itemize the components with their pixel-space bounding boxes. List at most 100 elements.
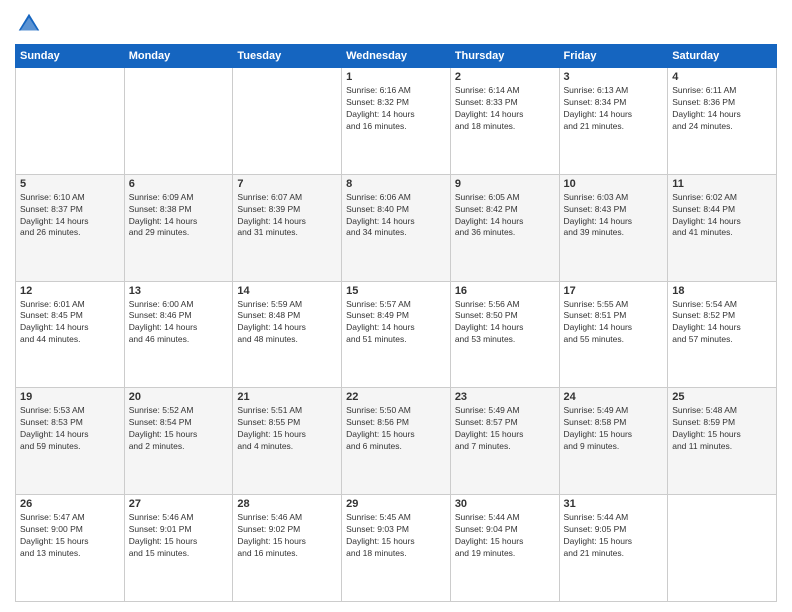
day-info: Sunrise: 6:13 AMSunset: 8:34 PMDaylight:… [564,85,664,133]
calendar-week-row: 5 Sunrise: 6:10 AMSunset: 8:37 PMDaylight… [16,174,777,281]
day-number: 5 [20,178,120,190]
day-number: 1 [346,71,446,83]
day-info: Sunrise: 5:47 AMSunset: 9:00 PMDaylight:… [20,512,120,560]
day-info: Sunrise: 5:56 AMSunset: 8:50 PMDaylight:… [455,299,555,347]
day-info: Sunrise: 5:51 AMSunset: 8:55 PMDaylight:… [237,405,337,453]
day-number: 12 [20,285,120,297]
day-number: 6 [129,178,229,190]
day-info: Sunrise: 5:46 AMSunset: 9:01 PMDaylight:… [129,512,229,560]
calendar-day-header: Wednesday [342,45,451,68]
day-number: 27 [129,498,229,510]
day-number: 31 [564,498,664,510]
calendar-cell: 29 Sunrise: 5:45 AMSunset: 9:03 PMDayligh… [342,495,451,602]
day-number: 16 [455,285,555,297]
day-number: 29 [346,498,446,510]
day-info: Sunrise: 5:49 AMSunset: 8:57 PMDaylight:… [455,405,555,453]
day-number: 4 [672,71,772,83]
day-info: Sunrise: 5:55 AMSunset: 8:51 PMDaylight:… [564,299,664,347]
day-info: Sunrise: 6:05 AMSunset: 8:42 PMDaylight:… [455,192,555,240]
day-info: Sunrise: 6:11 AMSunset: 8:36 PMDaylight:… [672,85,772,133]
calendar-cell [668,495,777,602]
calendar-table: SundayMondayTuesdayWednesdayThursdayFrid… [15,44,777,602]
calendar-day-header: Sunday [16,45,125,68]
calendar-cell: 19 Sunrise: 5:53 AMSunset: 8:53 PMDayligh… [16,388,125,495]
day-number: 11 [672,178,772,190]
day-info: Sunrise: 5:46 AMSunset: 9:02 PMDaylight:… [237,512,337,560]
calendar-cell: 24Sunrise: 5:49 AMSunset: 8:58 PMDayligh… [559,388,668,495]
calendar-cell: 25 Sunrise: 5:48 AMSunset: 8:59 PMDayligh… [668,388,777,495]
calendar-cell: 11Sunrise: 6:02 AMSunset: 8:44 PMDayligh… [668,174,777,281]
day-info: Sunrise: 6:09 AMSunset: 8:38 PMDaylight:… [129,192,229,240]
day-info: Sunrise: 6:10 AMSunset: 8:37 PMDaylight:… [20,192,120,240]
calendar-cell: 14Sunrise: 5:59 AMSunset: 8:48 PMDayligh… [233,281,342,388]
day-number: 15 [346,285,446,297]
day-number: 20 [129,391,229,403]
logo [15,10,47,38]
header [15,10,777,38]
calendar-cell: 10 Sunrise: 6:03 AMSunset: 8:43 PMDayligh… [559,174,668,281]
day-number: 24 [564,391,664,403]
calendar-cell: 5 Sunrise: 6:10 AMSunset: 8:37 PMDaylight… [16,174,125,281]
calendar-cell: 22 Sunrise: 5:50 AMSunset: 8:56 PMDayligh… [342,388,451,495]
calendar-cell: 26 Sunrise: 5:47 AMSunset: 9:00 PMDayligh… [16,495,125,602]
calendar-cell: 28 Sunrise: 5:46 AMSunset: 9:02 PMDayligh… [233,495,342,602]
calendar-day-header: Friday [559,45,668,68]
calendar-cell: 16 Sunrise: 5:56 AMSunset: 8:50 PMDayligh… [450,281,559,388]
day-info: Sunrise: 5:54 AMSunset: 8:52 PMDaylight:… [672,299,772,347]
day-info: Sunrise: 5:44 AMSunset: 9:05 PMDaylight:… [564,512,664,560]
calendar-day-header: Monday [124,45,233,68]
day-number: 13 [129,285,229,297]
calendar-header-row: SundayMondayTuesdayWednesdayThursdayFrid… [16,45,777,68]
day-number: 28 [237,498,337,510]
day-info: Sunrise: 5:45 AMSunset: 9:03 PMDaylight:… [346,512,446,560]
day-info: Sunrise: 6:06 AMSunset: 8:40 PMDaylight:… [346,192,446,240]
day-number: 26 [20,498,120,510]
day-number: 9 [455,178,555,190]
day-number: 7 [237,178,337,190]
calendar-cell: 1 Sunrise: 6:16 AMSunset: 8:32 PMDaylight… [342,68,451,175]
day-number: 17 [564,285,664,297]
calendar-cell: 30Sunrise: 5:44 AMSunset: 9:04 PMDayligh… [450,495,559,602]
day-number: 22 [346,391,446,403]
day-number: 19 [20,391,120,403]
calendar-cell [124,68,233,175]
day-info: Sunrise: 5:57 AMSunset: 8:49 PMDaylight:… [346,299,446,347]
calendar-cell: 23 Sunrise: 5:49 AMSunset: 8:57 PMDayligh… [450,388,559,495]
page: SundayMondayTuesdayWednesdayThursdayFrid… [0,0,792,612]
day-info: Sunrise: 6:14 AMSunset: 8:33 PMDaylight:… [455,85,555,133]
calendar-cell: 8 Sunrise: 6:06 AMSunset: 8:40 PMDaylight… [342,174,451,281]
calendar-cell: 7 Sunrise: 6:07 AMSunset: 8:39 PMDaylight… [233,174,342,281]
calendar-day-header: Saturday [668,45,777,68]
calendar-day-header: Tuesday [233,45,342,68]
day-number: 14 [237,285,337,297]
calendar-cell: 6 Sunrise: 6:09 AMSunset: 8:38 PMDaylight… [124,174,233,281]
day-info: Sunrise: 5:48 AMSunset: 8:59 PMDaylight:… [672,405,772,453]
day-info: Sunrise: 5:50 AMSunset: 8:56 PMDaylight:… [346,405,446,453]
day-info: Sunrise: 6:16 AMSunset: 8:32 PMDaylight:… [346,85,446,133]
calendar-cell: 20 Sunrise: 5:52 AMSunset: 8:54 PMDayligh… [124,388,233,495]
calendar-cell: 31 Sunrise: 5:44 AMSunset: 9:05 PMDayligh… [559,495,668,602]
calendar-cell: 27 Sunrise: 5:46 AMSunset: 9:01 PMDayligh… [124,495,233,602]
logo-icon [15,10,43,38]
day-info: Sunrise: 6:03 AMSunset: 8:43 PMDaylight:… [564,192,664,240]
calendar-cell: 18Sunrise: 5:54 AMSunset: 8:52 PMDayligh… [668,281,777,388]
calendar-cell: 3 Sunrise: 6:13 AMSunset: 8:34 PMDaylight… [559,68,668,175]
calendar-cell: 15 Sunrise: 5:57 AMSunset: 8:49 PMDayligh… [342,281,451,388]
day-number: 2 [455,71,555,83]
day-number: 25 [672,391,772,403]
calendar-week-row: 19 Sunrise: 5:53 AMSunset: 8:53 PMDayligh… [16,388,777,495]
day-info: Sunrise: 5:52 AMSunset: 8:54 PMDaylight:… [129,405,229,453]
day-number: 3 [564,71,664,83]
day-info: Sunrise: 6:07 AMSunset: 8:39 PMDaylight:… [237,192,337,240]
calendar-cell: 13 Sunrise: 6:00 AMSunset: 8:46 PMDayligh… [124,281,233,388]
calendar-cell: 4 Sunrise: 6:11 AMSunset: 8:36 PMDaylight… [668,68,777,175]
day-number: 10 [564,178,664,190]
day-number: 8 [346,178,446,190]
calendar-cell [233,68,342,175]
day-info: Sunrise: 6:00 AMSunset: 8:46 PMDaylight:… [129,299,229,347]
calendar-cell: 9 Sunrise: 6:05 AMSunset: 8:42 PMDaylight… [450,174,559,281]
calendar-cell: 17 Sunrise: 5:55 AMSunset: 8:51 PMDayligh… [559,281,668,388]
calendar-cell: 12Sunrise: 6:01 AMSunset: 8:45 PMDayligh… [16,281,125,388]
day-number: 23 [455,391,555,403]
day-info: Sunrise: 5:53 AMSunset: 8:53 PMDaylight:… [20,405,120,453]
